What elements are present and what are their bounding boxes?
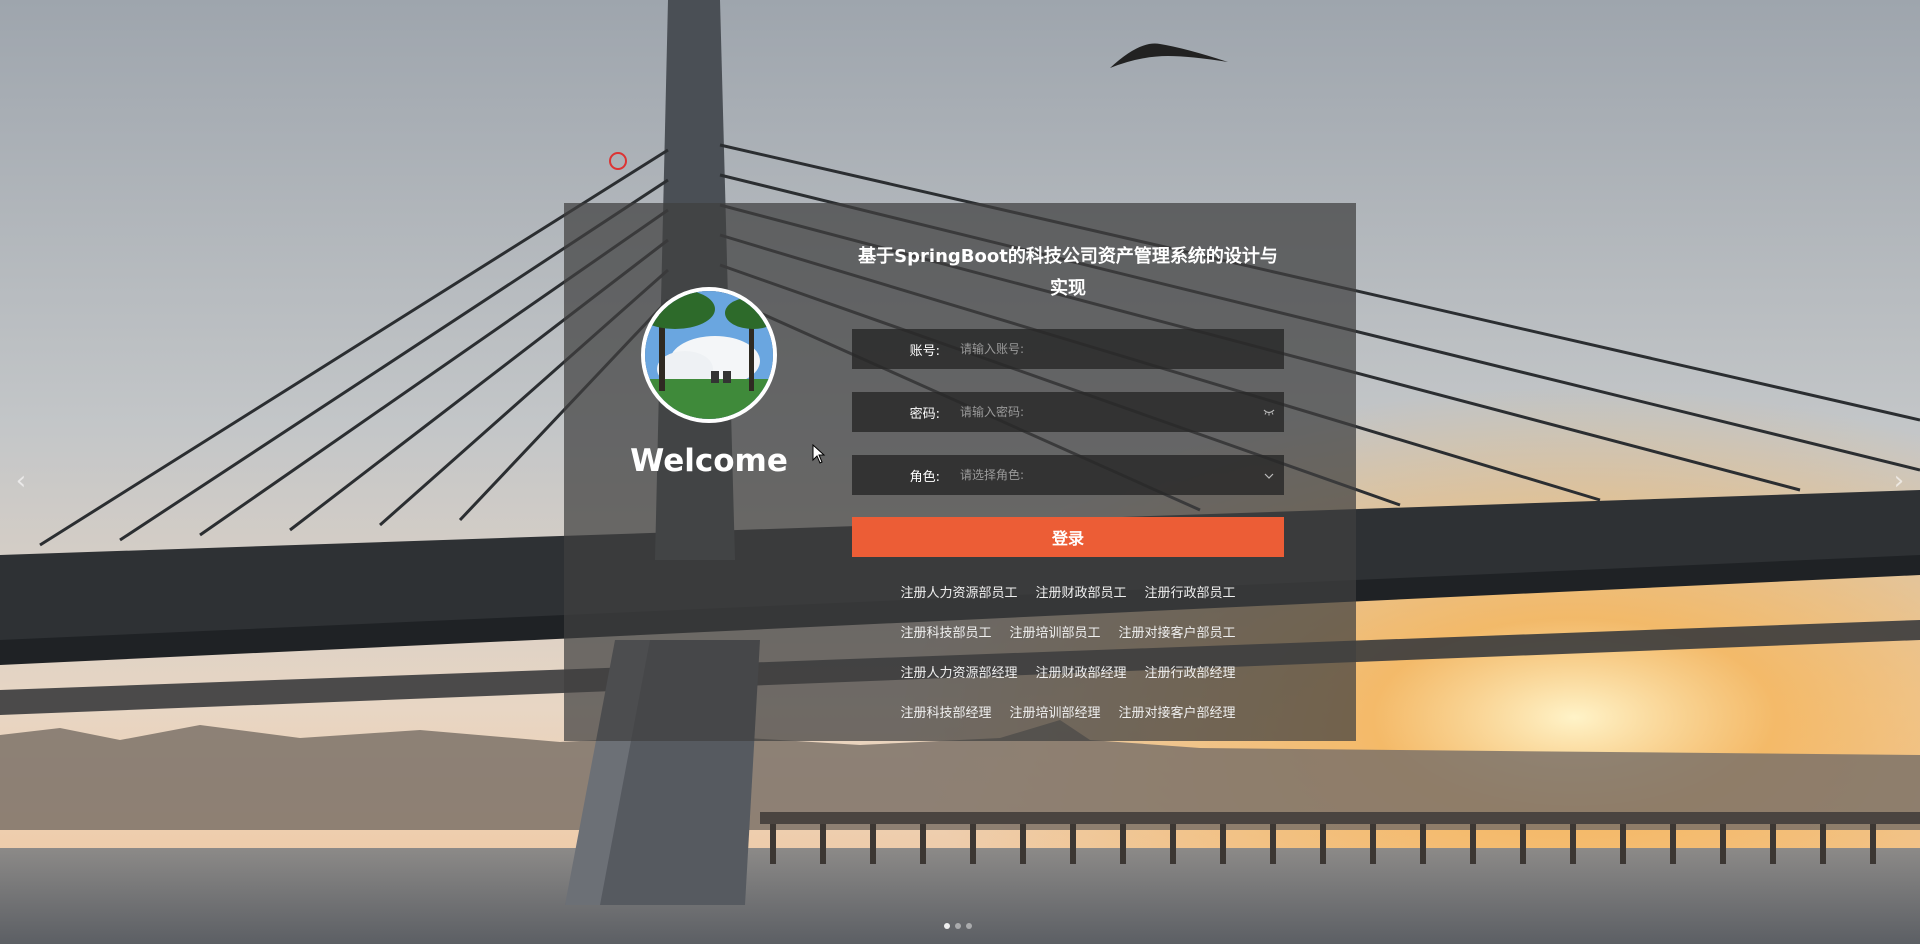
register-client-manager-link[interactable]: 注册对接客户部经理 [1119,702,1236,721]
register-finance-manager-link[interactable]: 注册财政部经理 [1035,662,1126,681]
login-button[interactable]: 登录 [852,517,1284,557]
account-field: 账号: [852,329,1284,369]
register-tech-staff-link[interactable]: 注册科技部员工 [900,622,991,641]
account-label: 账号: [909,343,940,359]
register-training-staff-link[interactable]: 注册培训部员工 [1009,622,1100,641]
carousel-dot[interactable] [955,923,961,929]
role-select[interactable] [952,455,1254,495]
register-admin-staff-link[interactable]: 注册行政部员工 [1145,582,1236,601]
password-input[interactable] [952,392,1254,432]
chevron-left-icon: ‹ [15,466,27,496]
carousel-next-button[interactable]: › [1884,466,1914,496]
register-row: 注册科技部员工 注册培训部员工 注册对接客户部员工 [900,611,1235,651]
chevron-down-icon[interactable] [1254,468,1284,482]
account-input[interactable] [952,329,1284,369]
eye-closed-icon[interactable] [1254,405,1284,419]
chevron-right-icon: › [1893,466,1905,496]
register-hr-manager-link[interactable]: 注册人力资源部经理 [900,662,1017,681]
register-row: 注册人力资源部经理 注册财政部经理 注册行政部经理 [900,651,1235,691]
register-finance-staff-link[interactable]: 注册财政部员工 [1035,582,1126,601]
register-admin-manager-link[interactable]: 注册行政部经理 [1145,662,1236,681]
register-links: 注册人力资源部员工 注册财政部员工 注册行政部员工 注册科技部员工 注册培训部员… [852,571,1284,731]
register-row: 注册科技部经理 注册培训部经理 注册对接客户部经理 [900,691,1235,731]
login-panel: Welcome 基于SpringBoot的科技公司资产管理系统的设计与实现 账号… [564,203,1356,741]
role-label: 角色: [909,469,940,485]
avatar-image [645,291,773,419]
carousel-dot[interactable] [944,923,950,929]
carousel-prev-button[interactable]: ‹ [6,466,36,496]
register-client-staff-link[interactable]: 注册对接客户部员工 [1119,622,1236,641]
register-row: 注册人力资源部员工 注册财政部员工 注册行政部员工 [900,571,1235,611]
register-tech-manager-link[interactable]: 注册科技部经理 [900,702,991,721]
password-label: 密码: [909,406,940,422]
register-hr-staff-link[interactable]: 注册人力资源部员工 [900,582,1017,601]
page-title: 基于SpringBoot的科技公司资产管理系统的设计与实现 [858,246,1278,299]
role-field[interactable]: 角色: [852,455,1284,495]
welcome-text: Welcome [630,443,788,479]
password-field: 密码: [852,392,1284,432]
mouse-cursor-icon [812,444,826,464]
carousel-indicators [944,923,972,929]
carousel-dot[interactable] [966,923,972,929]
avatar [641,287,777,423]
register-training-manager-link[interactable]: 注册培训部经理 [1009,702,1100,721]
